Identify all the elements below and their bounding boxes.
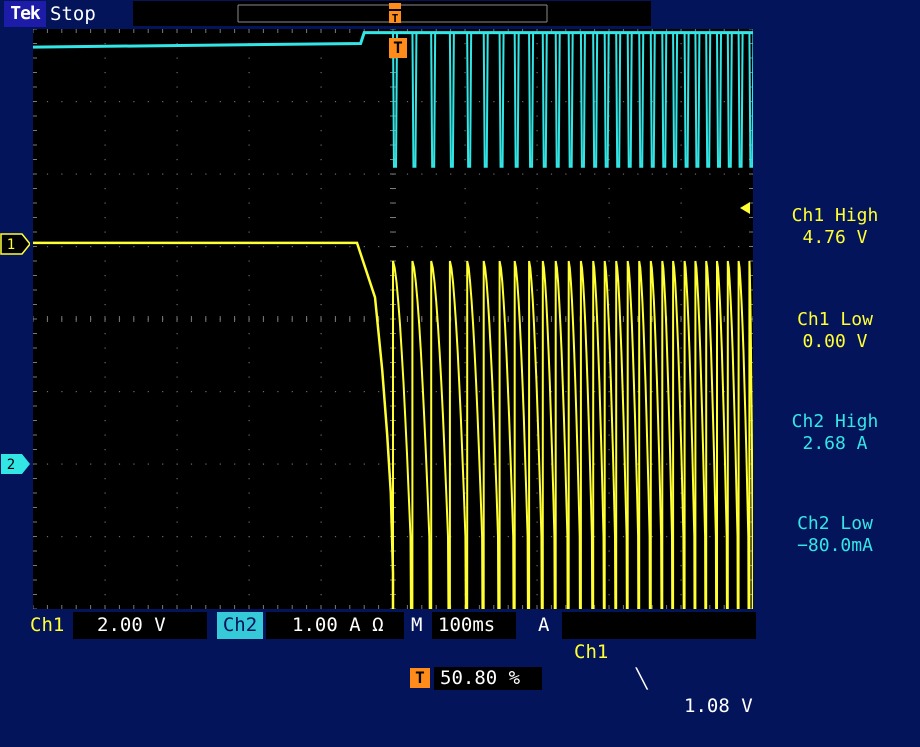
ch2-pulse (603, 32, 610, 168)
measurement-ch2-low: Ch2 Low −80.0mA (760, 513, 910, 557)
ch2-pulse (705, 32, 712, 168)
ch1-pulse (748, 260, 754, 610)
measurement-label: Ch1 High (791, 205, 879, 226)
status-bar: Ch1 2.00 V Ch2 1.00 A Ω M 100ms A Ch1 ╲ … (0, 612, 920, 717)
ch2-ground-marker[interactable]: 2 (0, 453, 30, 475)
ch1-pulse (466, 260, 484, 610)
ch2-pulse (649, 32, 656, 168)
timebase-label: M (411, 614, 423, 636)
ch1-pulse (482, 260, 500, 610)
ch1-pulse (554, 260, 569, 610)
measurement-label: Ch2 Low (797, 513, 873, 534)
ch2-pulse (748, 32, 755, 168)
ch2-scale[interactable]: 1.00 A Ω (266, 612, 404, 639)
ch1-pulse (672, 260, 685, 610)
ch2-pulse (498, 32, 505, 168)
ch2-pulse (448, 32, 455, 168)
measurement-value: 4.76 V (802, 227, 868, 248)
measurement-value: 0.00 V (802, 331, 868, 352)
ch1-pulse (626, 260, 640, 610)
measurement-ch1-low: Ch1 Low 0.00 V (760, 309, 910, 353)
ch1-pulse (638, 260, 651, 610)
ch2-pulse (528, 32, 535, 168)
ch1-pulse (705, 260, 718, 610)
ch2-pulse (661, 32, 668, 168)
ch1-pulse (430, 260, 450, 610)
ch1-pulse (716, 260, 728, 610)
ch2-pulse (672, 32, 679, 168)
ch1-pulse (513, 260, 529, 610)
trigger-position-value[interactable]: 50.80 % (434, 667, 542, 690)
ch1-scale[interactable]: 2.00 V (73, 612, 207, 639)
ch2-pulse (694, 32, 701, 168)
ch2-pulse (430, 32, 437, 168)
record-trigger-marker: T (392, 12, 399, 25)
ch2-pulse (726, 32, 733, 168)
ch2-pulse (482, 32, 489, 168)
ch1-pulse (603, 260, 617, 610)
ch1-pulse (528, 260, 543, 610)
ch1-pulse (448, 260, 467, 610)
ch1-pulse (683, 260, 696, 610)
ch2-pulse (626, 32, 633, 168)
waveform-display[interactable] (32, 28, 755, 610)
ch1-pulse (649, 260, 663, 610)
ch1-pulse (592, 260, 605, 610)
ch1-pulse (541, 260, 556, 610)
ch2-pulse (541, 32, 548, 168)
ch1-ground-marker[interactable]: 1 (0, 233, 31, 255)
trigger-position-icon: T (410, 668, 430, 688)
trigger-label: A (538, 614, 550, 636)
ch2-pulse (411, 32, 418, 168)
trigger-source: Ch1 (574, 641, 609, 663)
ch2-pulse (579, 32, 586, 168)
acquisition-status: Stop (50, 3, 96, 25)
ch1-label[interactable]: Ch1 (30, 612, 64, 639)
measurement-value: 2.68 A (802, 433, 868, 454)
tek-logo: Tek (4, 1, 46, 27)
ch1-pulse (694, 260, 707, 610)
measurement-label: Ch2 High (791, 411, 879, 432)
ch2-pulse (554, 32, 561, 168)
ch2-pulse (683, 32, 690, 168)
ch1-pulse (726, 260, 739, 610)
ch2-pulse (466, 32, 473, 168)
measurement-value: −80.0mA (797, 535, 873, 556)
timebase-scale[interactable]: 100ms (432, 612, 516, 639)
ch1-pulse (615, 260, 628, 610)
trigger-position-marker[interactable]: T (389, 38, 407, 58)
measurement-ch1-high: Ch1 High 4.76 V (760, 205, 910, 249)
waveform-plot (32, 28, 755, 610)
trigger-settings[interactable]: Ch1 ╲ 1.08 V (562, 612, 756, 717)
ch2-label[interactable]: Ch2 (217, 612, 263, 639)
trigger-level: 1.08 V (684, 695, 753, 717)
trigger-slope-icon: ╲ (636, 668, 648, 690)
ch2-pulse (737, 32, 744, 168)
ch1-pulse (661, 260, 674, 610)
ch1-trace-pre-trigger (33, 241, 395, 609)
measurement-ch2-high: Ch2 High 2.68 A (760, 411, 910, 455)
ch1-marker-label: 1 (7, 237, 15, 253)
ch1-pulse (579, 260, 594, 610)
ch2-pulse (615, 32, 622, 168)
ch2-marker-label: 2 (7, 457, 15, 473)
trigger-level-marker[interactable] (738, 200, 752, 214)
ch2-pulse (567, 32, 574, 168)
ch1-pulse (737, 260, 750, 610)
record-view-bar: T (133, 1, 651, 26)
ch2-pulse (638, 32, 645, 168)
ch2-pulse (716, 32, 722, 168)
ch1-pulse (498, 260, 515, 610)
record-view-indicator: T (237, 3, 548, 25)
ch2-pulse (513, 32, 520, 168)
ch1-pulse (567, 260, 581, 610)
ch2-pulse (592, 32, 599, 168)
ch1-pulse (411, 260, 431, 610)
measurement-label: Ch1 Low (797, 309, 873, 330)
